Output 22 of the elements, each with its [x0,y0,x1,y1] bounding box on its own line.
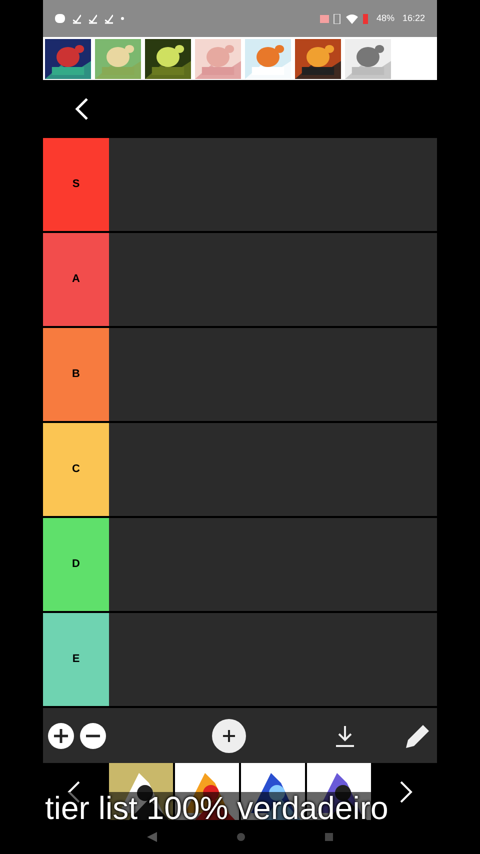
battery-level: 48% [376,12,394,25]
chat-icon [55,14,65,23]
recents-icon[interactable] [324,832,334,842]
dot-icon [121,17,124,20]
home-icon[interactable] [236,832,246,842]
remove-icon[interactable] [79,722,107,750]
back-icon[interactable] [75,97,89,121]
add-icon[interactable] [47,722,75,750]
download-done-icon [105,14,113,24]
download-done-icon [73,14,81,24]
tier-label[interactable]: A [43,233,109,326]
signal-icons [320,14,368,24]
clock: 16:22 [402,12,425,25]
tier-label[interactable]: D [43,518,109,611]
tier-label[interactable]: S [43,138,109,231]
download-done-icon [89,14,97,24]
download-icon[interactable] [335,724,355,746]
add-icon[interactable] [211,718,247,754]
tier-label[interactable]: C [43,423,109,516]
next-icon[interactable] [399,780,413,804]
tier-label[interactable]: E [43,613,109,706]
tier-label[interactable]: B [43,328,109,421]
